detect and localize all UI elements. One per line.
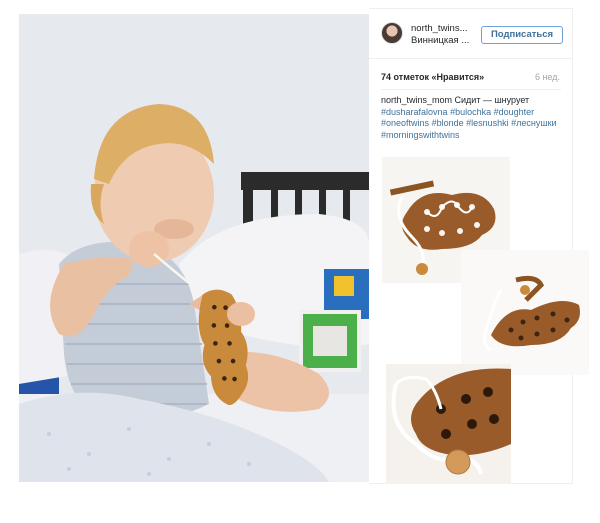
user-avatar-icon[interactable] [381, 22, 403, 44]
caption-text: Сидит — шнурует [452, 95, 530, 105]
product-photo-3 [386, 364, 511, 484]
caption-author-link[interactable]: north_twins_mom [381, 95, 452, 105]
hashtag-link[interactable]: #dusharafalovna [381, 107, 448, 117]
divider [381, 89, 561, 90]
likes-count[interactable]: 74 отметок «Нравится» [381, 72, 484, 82]
post-time[interactable]: 6 нед. [535, 72, 560, 82]
main-photo[interactable] [19, 14, 369, 482]
hashtag-link[interactable]: #lesnushki [466, 118, 509, 128]
hashtag-link[interactable]: #blonde [432, 118, 464, 128]
hashtag-link[interactable]: #doughter [494, 107, 535, 117]
location-link[interactable]: Винницкая ... [411, 35, 473, 46]
hashtag-link[interactable]: #oneoftwins [381, 118, 429, 128]
hashtag-link[interactable]: #леснушки [511, 118, 556, 128]
post-caption: north_twins_mom Сидит — шнурует #dushara… [381, 95, 563, 141]
hashtag-link[interactable]: #bulochka [450, 107, 491, 117]
instagram-post: north_twins... Винницкая ... Подписаться… [0, 0, 600, 523]
hashtag-link[interactable]: #morningswithtwins [381, 130, 460, 140]
post-header: north_twins... Винницкая ... Подписаться [369, 9, 573, 59]
product-photo-2 [461, 250, 589, 375]
username-link[interactable]: north_twins... [411, 23, 473, 34]
follow-button[interactable]: Подписаться [481, 26, 563, 44]
